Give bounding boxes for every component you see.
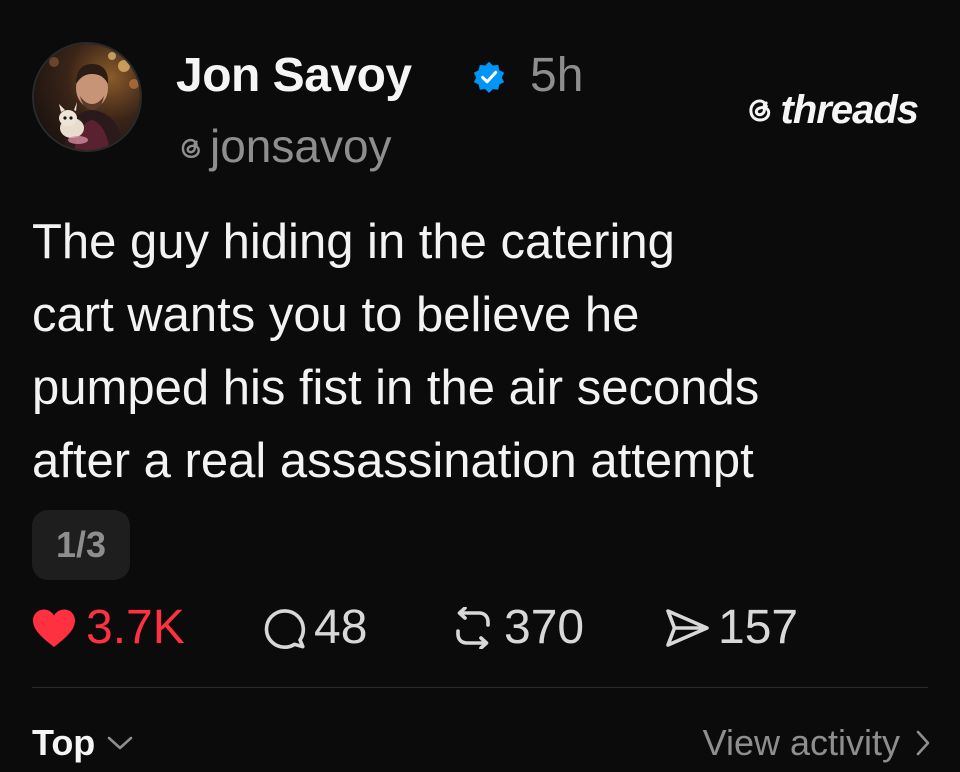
repost-count: 370 [504,601,585,654]
threads-handle-icon [181,138,200,159]
send-icon [666,609,709,647]
page-indicator-badge: 1/3 [32,510,130,580]
avatar[interactable] [32,42,142,152]
handle-row[interactable]: jonsavoy [176,116,392,176]
share-button[interactable]: 157 [664,600,798,656]
comment-count: 48 [314,601,368,654]
verified-badge-icon [473,61,505,93]
post-text-line: pumped his fist in the air seconds [32,361,760,415]
post-text-line: The guy hiding in the catering [32,215,675,269]
author-handle: jonsavoy [210,120,392,172]
comment-bubble-icon [264,609,306,649]
threads-logo-icon [748,99,770,122]
post-text-line: cart wants you to believe he [32,288,640,342]
view-activity-link[interactable]: View activity [703,718,930,768]
view-activity-label: View activity [702,722,900,763]
heart-icon [33,609,75,647]
threads-wordmark: threads [780,87,919,132]
post-text: The guy hiding in the catering cart want… [32,206,932,498]
post-text-line: after a real assassination attempt [32,434,754,488]
sort-dropdown[interactable]: Top [32,718,133,768]
avatar-image [34,44,140,150]
sort-label: Top [32,722,96,763]
comment-button[interactable]: 48 [264,600,367,656]
repost-button[interactable]: 370 [450,600,584,656]
post-timestamp: 5h [530,49,584,102]
repost-icon [456,607,490,649]
like-count: 3.7K [86,601,185,654]
share-count: 157 [718,601,799,654]
chevron-right-icon [916,730,930,756]
chevron-down-icon [108,736,133,750]
threads-brand: threads [743,86,919,134]
divider [32,687,928,688]
like-button[interactable]: 3.7K [30,600,185,656]
author-name[interactable]: Jon Savoy [176,46,412,106]
